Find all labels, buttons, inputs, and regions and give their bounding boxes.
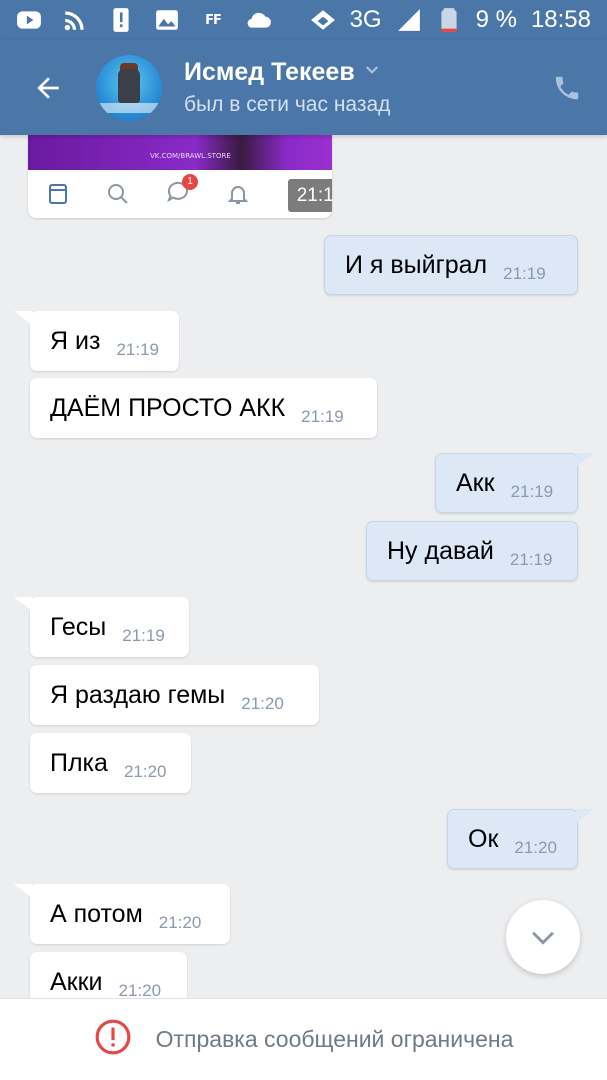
bell-icon <box>227 186 249 204</box>
arrow-left-icon <box>37 76 59 99</box>
bubble-tail <box>14 884 32 898</box>
post-image-caption: VK.COM/BRAWL.STORE <box>150 152 231 160</box>
chat-header: Исмед Текеев был в сети час назад <box>0 40 607 135</box>
card-timestamp: 21:18 <box>288 179 332 212</box>
rss-icon <box>62 7 88 33</box>
wifi-icon <box>310 7 336 33</box>
message-time: 21:20 <box>241 694 284 713</box>
message-time: 21:20 <box>118 981 162 998</box>
message-text: Ну давай <box>387 536 494 565</box>
bubble-tail <box>576 453 594 467</box>
outgoing-message[interactable]: И я выйграл 21:19 <box>324 235 578 295</box>
restriction-bar: Отправка сообщений ограничена <box>0 998 607 1080</box>
message-text: И я выйграл <box>345 250 488 279</box>
battery-percent: 9 % <box>475 6 517 33</box>
message-text: А потом <box>50 899 143 928</box>
outgoing-message[interactable]: Акк 21:19 <box>435 453 578 513</box>
network-type: 3G <box>349 6 382 33</box>
message-text: Акк <box>456 468 495 497</box>
back-button[interactable] <box>0 40 96 135</box>
incoming-message[interactable]: А потом 21:20 <box>30 884 230 944</box>
message-time: 21:19 <box>510 482 554 501</box>
ff-icon: FF <box>205 12 222 28</box>
restriction-text: Отправка сообщений ограничена <box>155 1026 514 1052</box>
news-icon <box>49 184 67 204</box>
outgoing-message[interactable]: Ок 21:20 <box>447 809 578 869</box>
message-text: Ок <box>468 824 499 853</box>
chevron-down-icon <box>532 931 554 945</box>
alert-icon <box>108 7 134 33</box>
incoming-message[interactable]: Я раздаю гемы 21:20 <box>30 665 319 725</box>
message-text: Гесы <box>50 612 107 641</box>
outgoing-message[interactable]: Ну давай 21:19 <box>366 521 578 581</box>
incoming-message[interactable]: Гесы 21:19 <box>30 597 189 657</box>
message-text: Я раздаю гемы <box>50 680 226 709</box>
unread-badge: 1 <box>182 173 198 190</box>
message-text: Акки <box>50 967 103 996</box>
scroll-down-button[interactable] <box>506 900 580 974</box>
message-text: Я из <box>50 326 101 355</box>
peer-name: Исмед Текеев <box>184 58 355 86</box>
post-nav-bar: 1 <box>28 170 332 218</box>
avatar[interactable] <box>96 54 162 121</box>
battery-icon <box>436 7 462 33</box>
message-time: 21:19 <box>122 626 165 645</box>
phone-icon <box>555 76 579 99</box>
image-icon <box>154 7 180 33</box>
youtube-icon <box>16 7 42 33</box>
message-time: 21:19 <box>509 550 553 569</box>
message-time: 21:20 <box>158 913 202 932</box>
message-list[interactable]: VK.COM/BRAWL.STORE 1 21:18 И я выйграл 21… <box>0 135 607 998</box>
cloud-icon <box>246 7 272 33</box>
message-time: 21:20 <box>514 838 557 857</box>
status-left: FF <box>16 7 272 33</box>
bubble-tail <box>14 597 32 611</box>
shared-post-card[interactable]: VK.COM/BRAWL.STORE 1 21:18 <box>28 135 332 218</box>
status-bar: FF 3G 9 % 18:58 <box>0 0 607 40</box>
message-time: 21:19 <box>301 407 344 426</box>
warning-icon <box>94 1018 132 1061</box>
messages-icon-wrap: 1 <box>166 173 198 209</box>
bubble-tail <box>576 809 594 823</box>
search-icon <box>108 184 128 204</box>
status-right: 3G 9 % 18:58 <box>310 6 591 34</box>
incoming-message[interactable]: Я из 21:19 <box>30 311 179 371</box>
chevron-down-icon <box>363 61 381 84</box>
message-text: ДАЁМ ПРОСТО АКК <box>50 393 286 422</box>
message-time: 21:20 <box>123 762 167 781</box>
message-time: 21:19 <box>116 340 159 359</box>
clock: 18:58 <box>530 6 591 33</box>
incoming-message[interactable]: Акки 21:20 <box>30 952 187 998</box>
call-button[interactable] <box>527 40 607 135</box>
signal-icon <box>396 7 422 33</box>
incoming-message[interactable]: ДАЁМ ПРОСТО АКК 21:19 <box>30 378 377 438</box>
post-image[interactable]: VK.COM/BRAWL.STORE <box>28 135 332 170</box>
bubble-tail <box>14 311 32 325</box>
message-text: Плка <box>50 748 108 777</box>
message-time: 21:19 <box>503 264 546 283</box>
peer-info[interactable]: Исмед Текеев был в сети час назад <box>184 58 527 117</box>
peer-status: был в сети час назад <box>184 93 391 116</box>
incoming-message[interactable]: Плка 21:20 <box>30 733 191 793</box>
